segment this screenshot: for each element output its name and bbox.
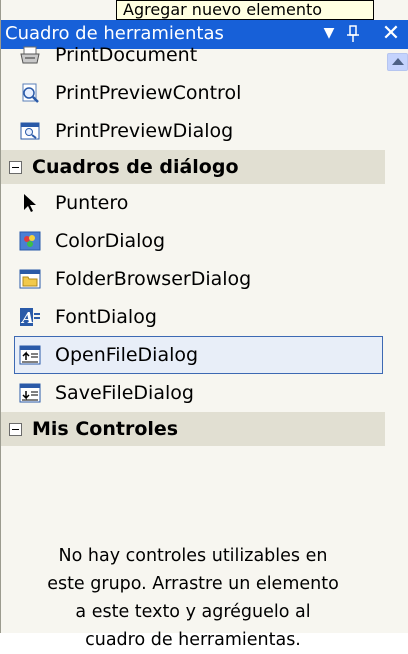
vertical-scrollbar[interactable] — [385, 49, 408, 633]
toolbox-panel: Cuadro de herramientas ▼ ✕ Agregar nuevo… — [0, 0, 408, 650]
toolbox-item-printpreviewdialog[interactable]: PrintPreviewDialog — [1, 112, 385, 150]
color-dialog-icon — [19, 230, 41, 252]
folder-browser-dialog-icon — [19, 268, 41, 290]
group-header-mis-controles[interactable]: Mis Controles — [1, 412, 385, 446]
toolbox-item-printpreviewcontrol[interactable]: PrintPreviewControl — [1, 74, 385, 112]
toolbox-item-printdocument[interactable]: PrintDocument — [1, 36, 385, 74]
toolbox-item-label: PrintPreviewDialog — [55, 120, 234, 142]
toolbox-item-label: Puntero — [55, 192, 129, 214]
empty-group-message: No hay controles utilizables en este gru… — [1, 542, 385, 654]
toolbox-item-label: FontDialog — [55, 306, 157, 328]
group-header-label: Mis Controles — [32, 418, 179, 440]
toolbox-item-openfiledialog[interactable]: OpenFileDialog — [14, 336, 383, 374]
tooltip: Agregar nuevo elemento — [116, 0, 374, 20]
print-preview-control-icon — [19, 82, 41, 104]
toolbox-item-label: PrintPreviewControl — [55, 82, 242, 104]
font-dialog-icon: A — [19, 306, 41, 328]
empty-message-line: No hay controles utilizables en — [58, 546, 328, 566]
toolbox-item-folderbrowserdialog[interactable]: FolderBrowserDialog — [1, 260, 385, 298]
toolbox-item-puntero[interactable]: Puntero — [1, 184, 385, 222]
empty-message-line: este grupo. Arrastre un elemento — [47, 574, 339, 594]
toolbox-item-label: SaveFileDialog — [55, 382, 194, 404]
print-preview-dialog-icon — [19, 120, 41, 142]
toolbox-list: PrintDocument PrintPreviewControl PrintP… — [1, 36, 385, 446]
group-header-cuadros-de-dialogo[interactable]: Cuadros de diálogo — [1, 150, 385, 184]
collapse-icon[interactable] — [9, 160, 22, 174]
empty-message-line: a este texto y agréguelo al — [75, 602, 311, 622]
open-file-dialog-icon — [19, 344, 41, 366]
toolbox-item-colordialog[interactable]: ColorDialog — [1, 222, 385, 260]
print-document-icon — [19, 44, 41, 66]
group-header-label: Cuadros de diálogo — [32, 156, 239, 178]
scroll-up-icon[interactable] — [387, 53, 408, 71]
toolbox-item-label: PrintDocument — [55, 44, 198, 66]
toolbox-item-label: FolderBrowserDialog — [55, 268, 252, 290]
collapse-icon[interactable] — [9, 422, 22, 436]
toolbox-item-label: OpenFileDialog — [55, 344, 199, 366]
svg-text:A: A — [20, 309, 34, 327]
pointer-icon — [19, 192, 41, 214]
toolbox-item-label: ColorDialog — [55, 230, 166, 252]
toolbox-item-savefiledialog[interactable]: SaveFileDialog — [1, 374, 385, 412]
toolbox-item-fontdialog[interactable]: A FontDialog — [1, 298, 385, 336]
save-file-dialog-icon — [19, 382, 41, 404]
empty-message-line: cuadro de herramientas. — [85, 630, 301, 650]
